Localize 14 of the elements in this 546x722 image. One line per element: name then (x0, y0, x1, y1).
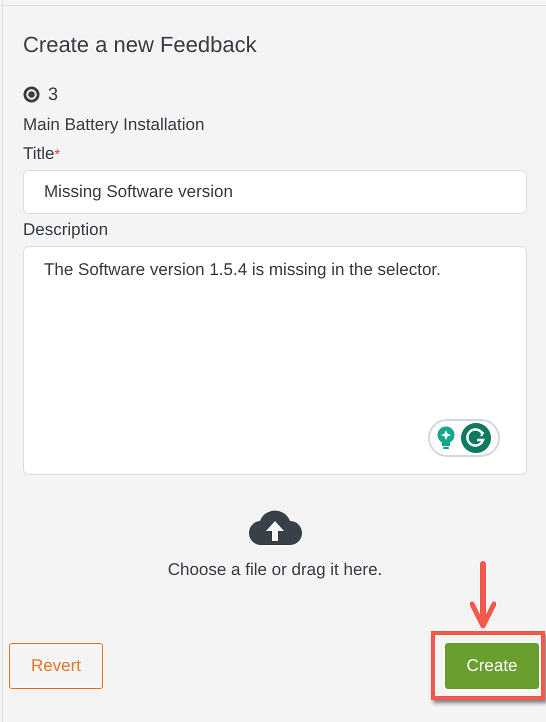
count-text: 3 (48, 82, 58, 106)
annotation-arrow (470, 560, 496, 630)
lightbulb-icon (437, 426, 455, 450)
title-field[interactable]: Missing Software version (23, 170, 527, 214)
description-field[interactable]: The Software version 1.5.4 is missing in the selector. (23, 246, 527, 475)
title-label: Title* (23, 143, 60, 165)
cloud-upload-icon (248, 509, 302, 547)
target-icon (23, 86, 40, 102)
assistant-widget[interactable] (428, 419, 500, 457)
upload-hint: Choose a file or drag it here. (168, 559, 382, 581)
form-heading: Create a new Feedback (23, 31, 257, 59)
subtitle-text: Main Battery Installation (23, 114, 204, 136)
description-label: Description (23, 219, 108, 241)
g-logo-icon (461, 423, 491, 453)
